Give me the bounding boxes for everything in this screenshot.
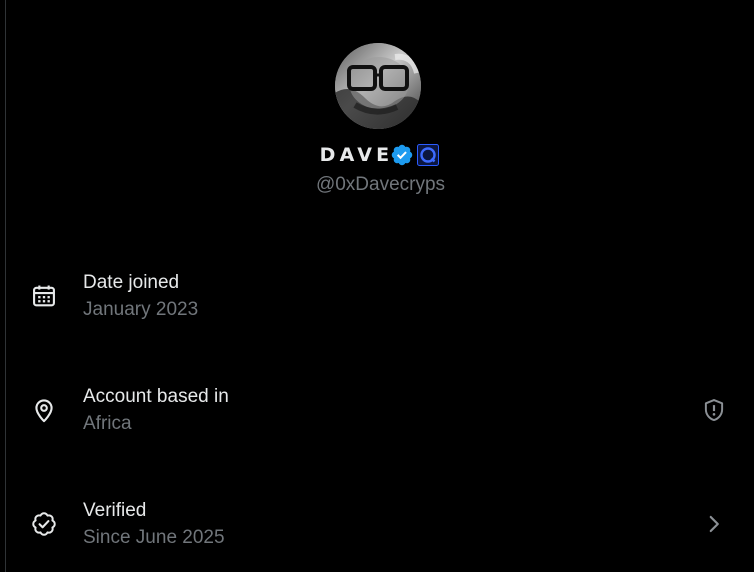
verified-text: Verified Since June 2025 [83, 498, 225, 551]
account-based-in-text: Account based in Africa [83, 384, 229, 437]
display-name: DAVE [319, 144, 394, 166]
account-based-in-value: Africa [83, 413, 132, 434]
avatar-image [335, 43, 421, 129]
date-joined-row: Date joined January 2023 [6, 270, 754, 342]
verified-badge-icon [32, 512, 56, 536]
about-account-panel: DAVE @0xDavecryps Date joined January 20… [5, 0, 754, 572]
account-based-in-label: Account based in [83, 386, 229, 407]
account-based-in-row[interactable]: Account based in Africa [6, 384, 754, 456]
verified-row[interactable]: Verified Since June 2025 [6, 498, 754, 570]
avatar[interactable] [335, 43, 421, 129]
date-joined-value: January 2023 [83, 299, 199, 320]
verified-checkmark-icon[interactable] [390, 143, 414, 167]
shield-alert-icon[interactable] [701, 397, 727, 423]
location-pin-icon [35, 399, 53, 423]
affiliate-badge-icon[interactable] [417, 144, 440, 166]
date-joined-text: Date joined January 2023 [83, 270, 198, 323]
calendar-icon [33, 285, 55, 307]
verified-value: Since June 2025 [83, 527, 225, 548]
user-handle: @0xDavecryps [315, 174, 446, 195]
date-joined-label: Date joined [83, 272, 180, 293]
chevron-right-icon[interactable] [701, 511, 727, 537]
verified-label: Verified [83, 500, 147, 521]
display-name-row: DAVE [6, 142, 754, 168]
